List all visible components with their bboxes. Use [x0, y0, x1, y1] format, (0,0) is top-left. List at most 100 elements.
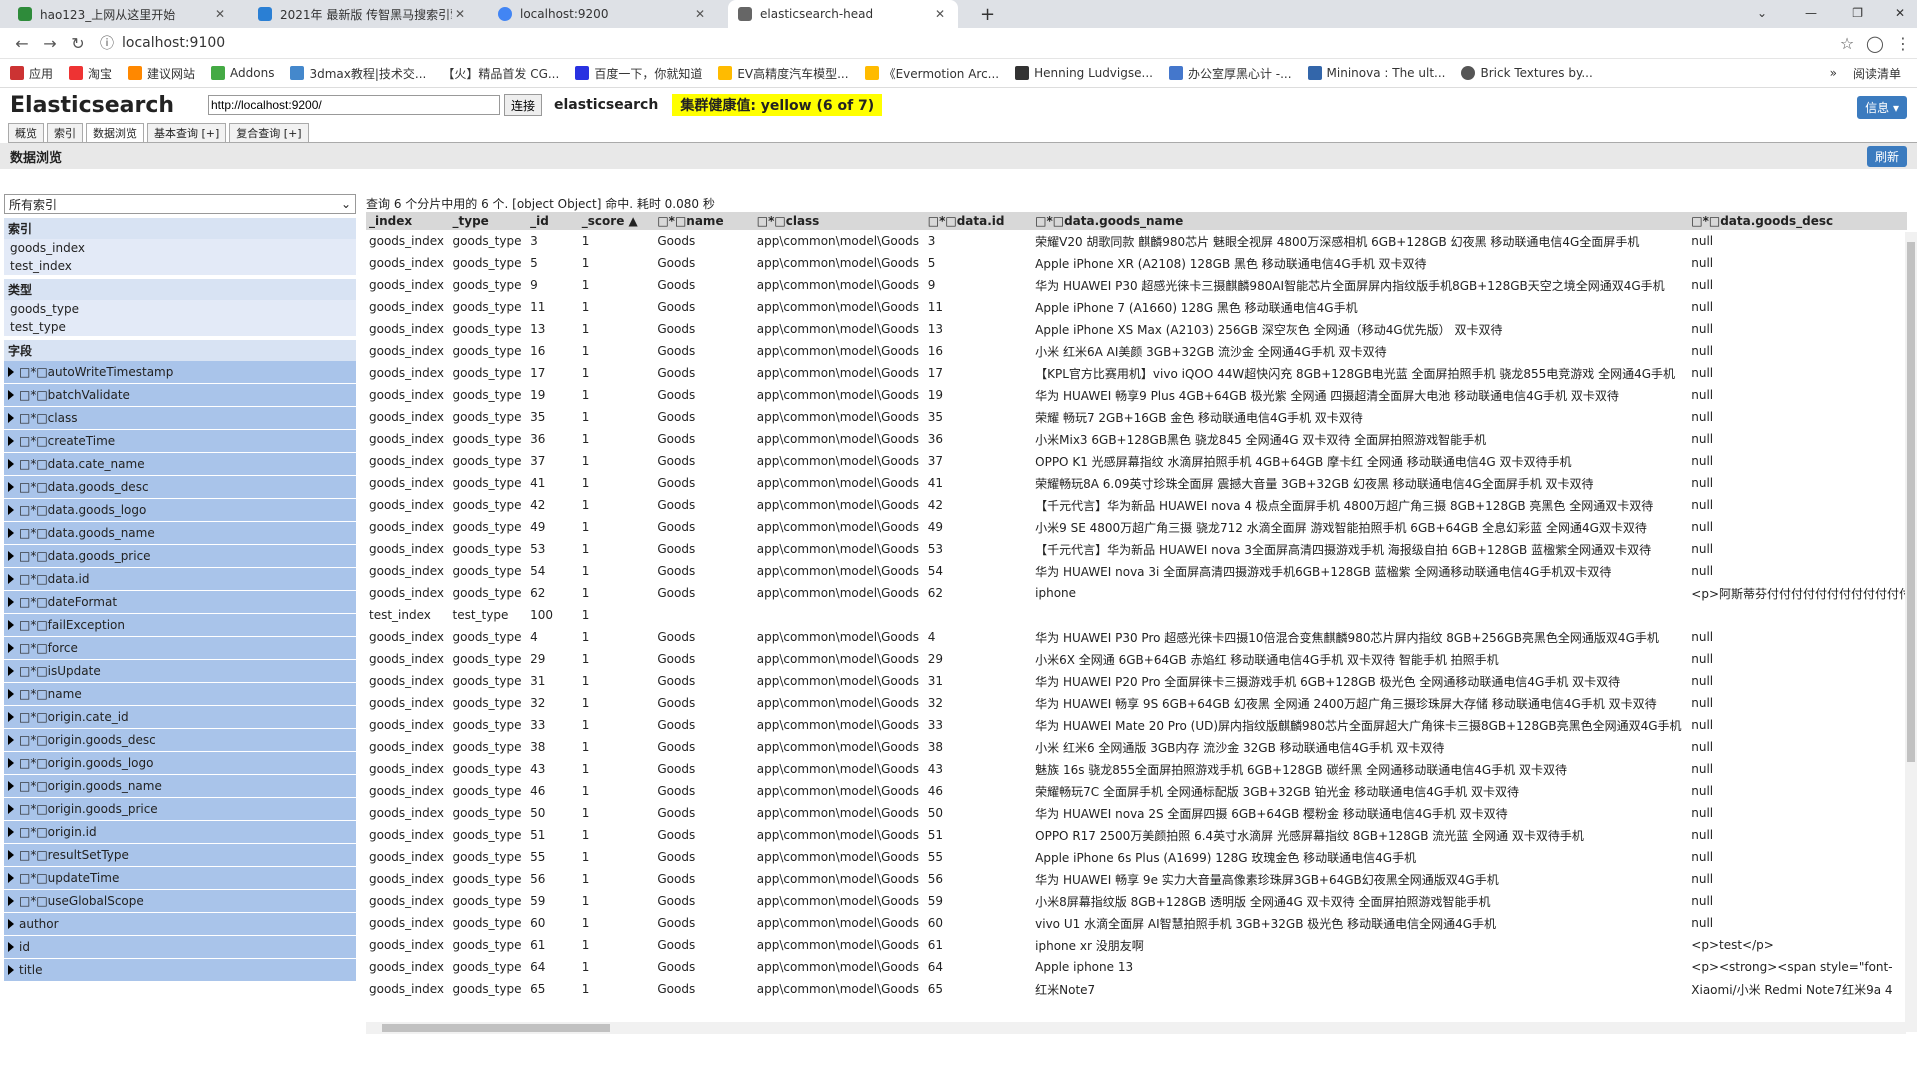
- type-item[interactable]: test_type: [4, 318, 356, 336]
- expand-triangle-icon[interactable]: [8, 482, 14, 492]
- bookmark-brick[interactable]: Brick Textures by...: [1461, 66, 1593, 80]
- expand-triangle-icon[interactable]: [8, 781, 14, 791]
- expand-triangle-icon[interactable]: [8, 827, 14, 837]
- field-item[interactable]: □*□updateTime: [4, 867, 356, 890]
- expand-triangle-icon[interactable]: [8, 459, 14, 469]
- field-item[interactable]: □*□data.cate_name: [4, 453, 356, 476]
- table-row[interactable]: goods_index goods_type 65 1 Goods app\common\…: [366, 978, 1907, 1000]
- more-bookmarks-icon[interactable]: »: [1830, 66, 1837, 80]
- table-row[interactable]: goods_index goods_type 64 1 Goods app\common\…: [366, 956, 1907, 978]
- bookmark-office[interactable]: 办公室厚黑心计 -...: [1168, 65, 1292, 82]
- minimize-icon[interactable]: —: [1805, 6, 1817, 20]
- field-item[interactable]: □*□data.goods_name: [4, 522, 356, 545]
- scroll-thumb[interactable]: [1907, 242, 1915, 762]
- table-row[interactable]: goods_index goods_type 36 1 Goods app\common\…: [366, 428, 1907, 450]
- field-item[interactable]: □*□force: [4, 637, 356, 660]
- bookmark-apps[interactable]: 应用: [10, 65, 53, 82]
- field-item[interactable]: □*□dateFormat: [4, 591, 356, 614]
- bookmark-taobao[interactable]: 淘宝: [69, 65, 112, 82]
- table-row[interactable]: goods_index goods_type 17 1 Goods app\common\…: [366, 362, 1907, 384]
- menu-icon[interactable]: ⋮: [1889, 34, 1917, 53]
- table-row[interactable]: goods_index goods_type 59 1 Goods app\common\…: [366, 890, 1907, 912]
- field-item[interactable]: author: [4, 913, 356, 936]
- expand-triangle-icon[interactable]: [8, 873, 14, 883]
- scroll-thumb[interactable]: [382, 1024, 610, 1032]
- restore-icon[interactable]: ❐: [1852, 6, 1863, 20]
- close-window-icon[interactable]: ✕: [1895, 6, 1905, 20]
- expand-triangle-icon[interactable]: [8, 896, 14, 906]
- index-item[interactable]: goods_index: [4, 239, 356, 257]
- field-item[interactable]: □*□origin.goods_logo: [4, 752, 356, 775]
- column-header[interactable]: _score ▲: [579, 214, 655, 228]
- table-row[interactable]: goods_index goods_type 55 1 Goods app\common\…: [366, 846, 1907, 868]
- table-row[interactable]: goods_index goods_type 38 1 Goods app\common\…: [366, 736, 1907, 758]
- field-item[interactable]: □*□resultSetType: [4, 844, 356, 867]
- bookmark-baidu[interactable]: 百度一下，你就知道: [575, 65, 702, 82]
- bookmark-addons[interactable]: Addons: [211, 66, 274, 80]
- field-item[interactable]: □*□data.goods_price: [4, 545, 356, 568]
- index-select[interactable]: 所有索引 ⌄: [4, 194, 356, 214]
- column-header[interactable]: _index: [366, 214, 450, 228]
- field-item[interactable]: □*□origin.goods_price: [4, 798, 356, 821]
- field-item[interactable]: □*□origin.goods_name: [4, 775, 356, 798]
- browser-tab-es-head[interactable]: elasticsearch-head ✕: [728, 0, 958, 28]
- table-row[interactable]: goods_index goods_type 49 1 Goods app\common\…: [366, 516, 1907, 538]
- column-header[interactable]: □*□data.goods_desc: [1688, 214, 1907, 228]
- tab-browser[interactable]: 数据浏览: [86, 123, 144, 142]
- forward-icon[interactable]: →: [36, 34, 64, 53]
- browser-tab-localhost9200[interactable]: localhost:9200 ✕: [488, 0, 718, 28]
- expand-triangle-icon[interactable]: [8, 551, 14, 561]
- column-header[interactable]: _id: [527, 214, 579, 228]
- table-row[interactable]: goods_index goods_type 29 1 Goods app\common\…: [366, 648, 1907, 670]
- expand-triangle-icon[interactable]: [8, 505, 14, 515]
- bookmark-henning[interactable]: Henning Ludvigse...: [1015, 66, 1153, 80]
- table-row[interactable]: goods_index goods_type 50 1 Goods app\common\…: [366, 802, 1907, 824]
- reload-icon[interactable]: ↻: [64, 34, 92, 53]
- address-bar[interactable]: ⓘ localhost:9100: [100, 33, 1825, 53]
- close-icon[interactable]: ✕: [692, 7, 708, 21]
- table-row[interactable]: goods_index goods_type 13 1 Goods app\common\…: [366, 318, 1907, 340]
- close-icon[interactable]: ✕: [932, 7, 948, 21]
- back-icon[interactable]: ←: [8, 34, 36, 53]
- bookmark-mininova[interactable]: Mininova : The ult...: [1307, 66, 1445, 80]
- table-row[interactable]: goods_index goods_type 61 1 Goods app\common\…: [366, 934, 1907, 956]
- field-item[interactable]: id: [4, 936, 356, 959]
- table-row[interactable]: goods_index goods_type 33 1 Goods app\common\…: [366, 714, 1907, 736]
- expand-triangle-icon[interactable]: [8, 390, 14, 400]
- table-row[interactable]: goods_index goods_type 41 1 Goods app\common\…: [366, 472, 1907, 494]
- vertical-scrollbar[interactable]: [1905, 232, 1917, 1032]
- type-item[interactable]: goods_type: [4, 300, 356, 318]
- expand-triangle-icon[interactable]: [8, 597, 14, 607]
- field-item[interactable]: □*□data.id: [4, 568, 356, 591]
- profile-icon[interactable]: ◯: [1861, 34, 1889, 53]
- bookmark-ev[interactable]: EV高精度汽车模型...: [718, 65, 849, 82]
- field-item[interactable]: □*□data.goods_desc: [4, 476, 356, 499]
- tab-compound-query[interactable]: 复合查询 [+]: [229, 123, 309, 142]
- field-item[interactable]: □*□autoWriteTimestamp: [4, 361, 356, 384]
- field-item[interactable]: □*□origin.goods_desc: [4, 729, 356, 752]
- expand-triangle-icon[interactable]: [8, 574, 14, 584]
- expand-triangle-icon[interactable]: [8, 666, 14, 676]
- column-header[interactable]: _type: [450, 214, 528, 228]
- table-row[interactable]: goods_index goods_type 60 1 Goods app\common\…: [366, 912, 1907, 934]
- column-header[interactable]: □*□data.id: [925, 214, 1032, 228]
- field-item[interactable]: □*□class: [4, 407, 356, 430]
- expand-triangle-icon[interactable]: [8, 942, 14, 952]
- column-header[interactable]: □*□name: [654, 214, 753, 228]
- bookmark-3dmax[interactable]: 3dmax教程|技术交...: [290, 65, 426, 82]
- bookmark-evermotion[interactable]: 《Evermotion Arc...: [864, 65, 999, 82]
- table-row[interactable]: goods_index goods_type 56 1 Goods app\common\…: [366, 868, 1907, 890]
- close-icon[interactable]: ✕: [212, 7, 228, 21]
- table-row[interactable]: goods_index goods_type 9 1 Goods app\common\m…: [366, 274, 1907, 296]
- expand-triangle-icon[interactable]: [8, 367, 14, 377]
- cluster-url-input[interactable]: [208, 95, 500, 115]
- close-icon[interactable]: ✕: [452, 7, 468, 21]
- field-item[interactable]: □*□createTime: [4, 430, 356, 453]
- field-item[interactable]: □*□name: [4, 683, 356, 706]
- tab-indices[interactable]: 索引: [47, 123, 83, 142]
- expand-triangle-icon[interactable]: [8, 758, 14, 768]
- table-row[interactable]: test_index test_type 100 1: [366, 604, 1907, 626]
- table-row[interactable]: goods_index goods_type 31 1 Goods app\common\…: [366, 670, 1907, 692]
- table-row[interactable]: goods_index goods_type 51 1 Goods app\common\…: [366, 824, 1907, 846]
- table-row[interactable]: goods_index goods_type 53 1 Goods app\common\…: [366, 538, 1907, 560]
